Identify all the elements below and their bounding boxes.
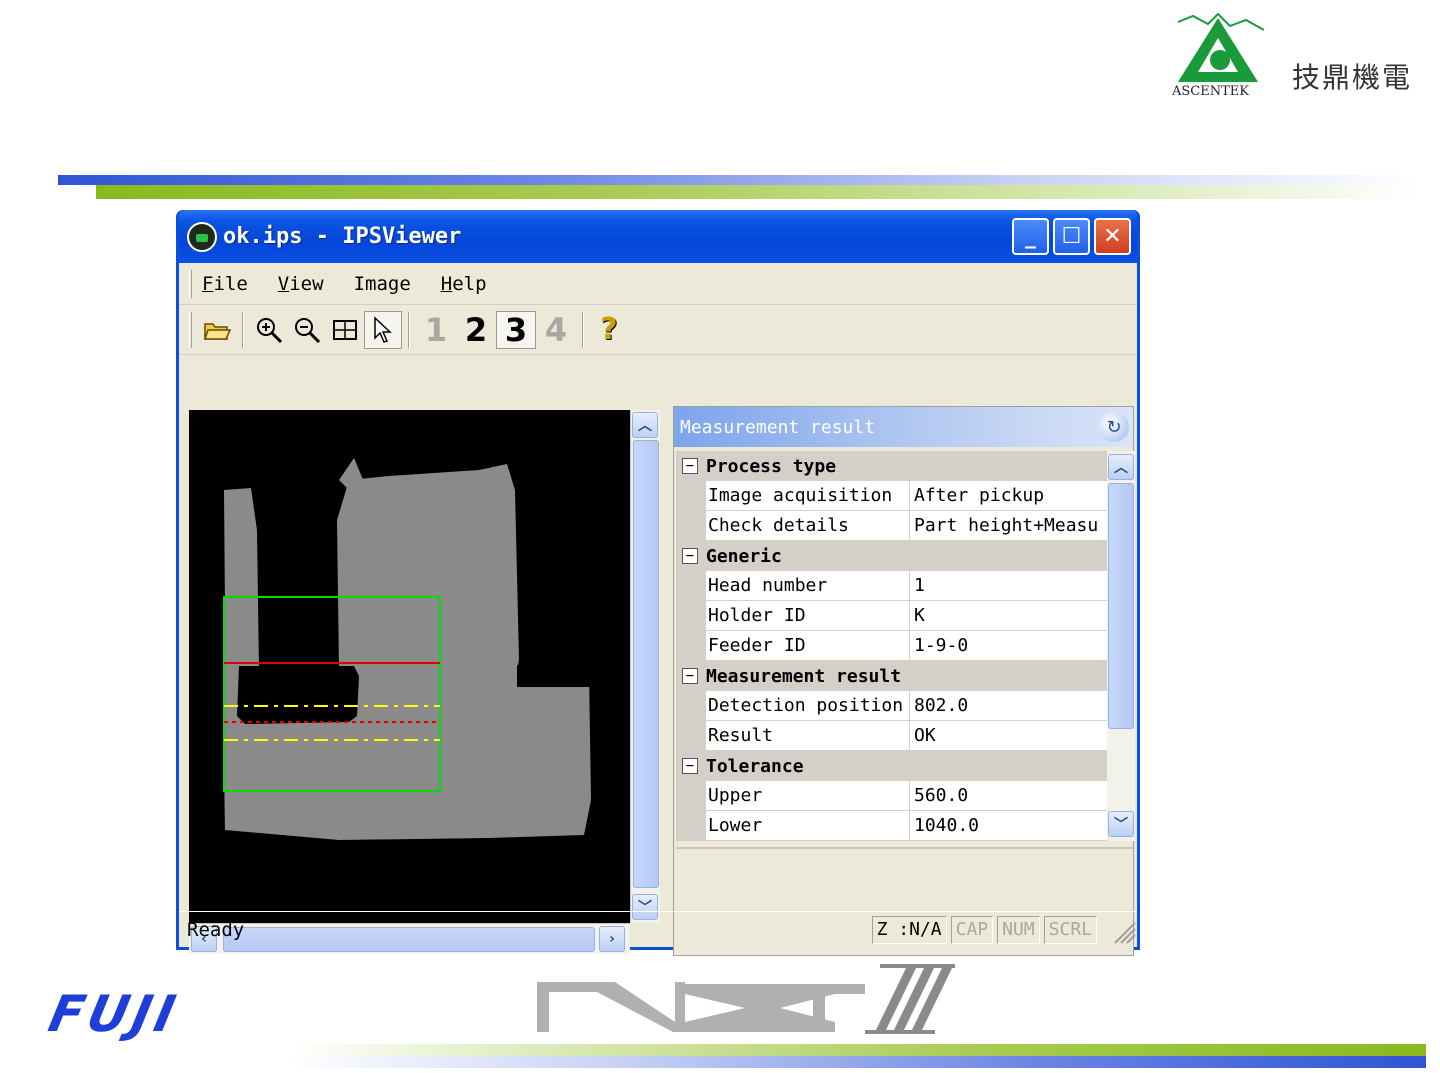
scroll-up-button[interactable]: ︿: [1108, 454, 1134, 480]
title-bar[interactable]: ok.ips - IPSViewer _ ☐ ✕: [179, 210, 1137, 263]
scroll-up-button[interactable]: ︿: [632, 412, 658, 438]
image-canvas[interactable]: [189, 410, 630, 923]
view-2-button[interactable]: 2: [456, 311, 496, 349]
status-panel-z: Z :N/A: [871, 915, 947, 944]
app-icon[interactable]: [187, 221, 217, 252]
measurement-title: Measurement result: [680, 416, 876, 438]
toolbar-separator: [408, 311, 410, 348]
toolbar-separator: [242, 311, 244, 348]
menu-help[interactable]: Help: [441, 273, 487, 295]
scroll-thumb[interactable]: [633, 440, 659, 888]
property-grid: − Process type Image acquisition After pic…: [676, 451, 1107, 841]
view-1-button[interactable]: 1: [416, 311, 456, 349]
status-text: Ready: [187, 918, 245, 941]
scroll-thumb[interactable]: [1108, 483, 1134, 729]
maximize-button[interactable]: ☐: [1053, 218, 1090, 255]
menu-view[interactable]: View: [278, 273, 324, 295]
ipsviewer-window: ok.ips - IPSViewer _ ☐ ✕ File View Image…: [176, 210, 1140, 956]
menu-bar: File View Image Help: [179, 263, 1137, 305]
menubar-grip[interactable]: [189, 269, 192, 298]
group-header[interactable]: − Measurement result: [676, 661, 1107, 691]
property-row[interactable]: Feeder ID 1-9-0: [676, 631, 1107, 661]
logo-text: ASCENTEK: [1172, 84, 1249, 99]
status-panel-cap: CAP: [950, 915, 994, 944]
image-vertical-scrollbar[interactable]: ︿ ﹀: [630, 410, 660, 923]
view-3-button[interactable]: 3: [496, 310, 536, 349]
property-row[interactable]: Upper 560.0: [676, 781, 1107, 811]
refresh-icon[interactable]: ↻: [1099, 412, 1129, 442]
help-icon[interactable]: ?: [590, 311, 628, 349]
collapse-icon[interactable]: −: [682, 668, 698, 684]
open-folder-icon[interactable]: [198, 311, 236, 349]
group-header[interactable]: − Process type: [676, 451, 1107, 481]
toolbar-grip[interactable]: [189, 311, 192, 348]
status-panel-scrl: SCRL: [1043, 915, 1097, 944]
fuji-logo: FUJI: [43, 985, 185, 1043]
measurement-panel: Measurement result ↻ − Process type Image…: [673, 406, 1135, 956]
logo-chinese-text: 技鼎機電: [1292, 61, 1413, 94]
view-4-button[interactable]: 4: [536, 311, 576, 349]
window-title: ok.ips - IPSViewer: [223, 224, 462, 249]
decor-bar: [58, 175, 1418, 185]
status-bar: Ready Z :N/A CAP NUM SCRL: [179, 911, 1137, 947]
image-pane: ︿ ﹀ ‹ ›: [189, 410, 660, 954]
property-row[interactable]: Head number 1: [676, 571, 1107, 601]
minimize-button[interactable]: _: [1012, 218, 1049, 255]
toolbar: 1 2 3 4 ?: [179, 305, 1137, 355]
property-row[interactable]: Image acquisition After pickup: [676, 481, 1107, 511]
collapse-icon[interactable]: −: [682, 548, 698, 564]
collapse-icon[interactable]: −: [682, 758, 698, 774]
property-row[interactable]: Check details Part height+Measu: [676, 511, 1107, 541]
toolbar-separator: [582, 311, 584, 348]
zoom-out-icon[interactable]: [288, 311, 326, 349]
decor-bar: [96, 185, 1416, 199]
group-header[interactable]: − Tolerance: [676, 751, 1107, 781]
property-row[interactable]: Detection position 802.0: [676, 691, 1107, 721]
scroll-down-button[interactable]: ﹀: [1108, 811, 1134, 837]
grid-vertical-scrollbar[interactable]: ︿ ﹀: [1107, 451, 1135, 841]
zoom-in-icon[interactable]: [250, 311, 288, 349]
client-area: File View Image Help 1 2 3 4 ? ︿ ﹀ ‹ › M…: [179, 263, 1137, 956]
nxt-logo: [537, 964, 955, 1034]
property-row[interactable]: Result OK: [676, 721, 1107, 751]
group-header[interactable]: − Generic: [676, 541, 1107, 571]
collapse-icon[interactable]: −: [682, 458, 698, 474]
pointer-icon[interactable]: [364, 310, 402, 349]
close-button[interactable]: ✕: [1094, 218, 1131, 255]
fit-icon[interactable]: [326, 311, 364, 349]
status-panel-num: NUM: [997, 915, 1040, 944]
property-row[interactable]: Lower 1040.0: [676, 811, 1107, 841]
decor-bar: [290, 1056, 1426, 1068]
menu-image[interactable]: Image: [354, 273, 411, 295]
measurement-header: Measurement result ↻: [674, 407, 1133, 447]
menu-file[interactable]: File: [202, 273, 248, 295]
property-row[interactable]: Holder ID K: [676, 601, 1107, 631]
decor-bar: [290, 1044, 1426, 1056]
resize-grip[interactable]: [1101, 915, 1137, 945]
